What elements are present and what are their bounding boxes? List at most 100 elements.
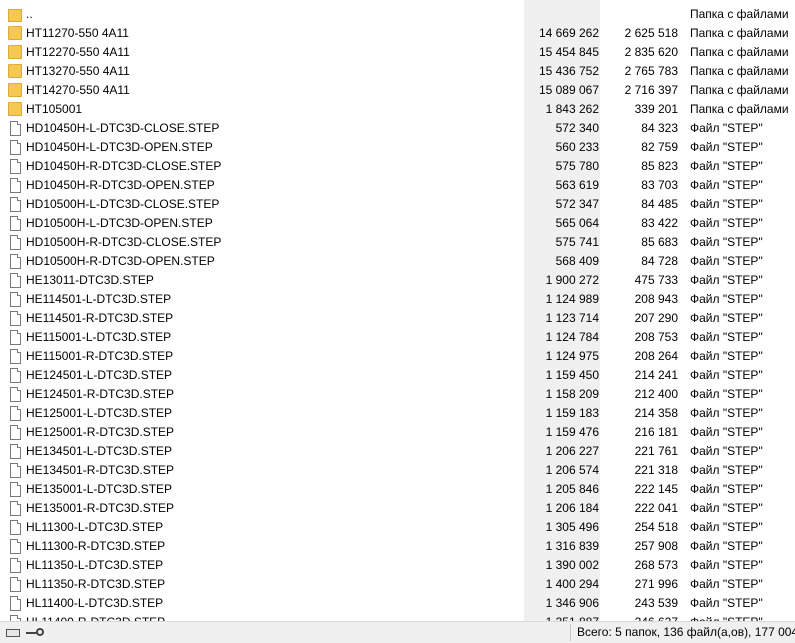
file-type: Файл "STEP" bbox=[690, 197, 763, 211]
file-icon bbox=[8, 482, 22, 497]
file-icon bbox=[8, 273, 22, 288]
packed-size: 208 943 bbox=[634, 292, 678, 306]
file-size: 1 159 476 bbox=[524, 423, 600, 442]
packed-size: 257 908 bbox=[634, 539, 678, 553]
file-type: Папка с файлами bbox=[690, 26, 789, 40]
file-icon bbox=[8, 349, 22, 364]
file-size: 1 400 294 bbox=[524, 575, 600, 594]
file-row[interactable]: HE135001-R-DTC3D.STEP 1 206 184 222 041 Фай… bbox=[0, 499, 795, 518]
file-type: Файл "STEP" bbox=[690, 425, 763, 439]
folder-icon bbox=[8, 64, 22, 79]
file-row[interactable]: HD10450H-L-DTC3D-OPEN.STEP 560 233 82 759 Ф… bbox=[0, 138, 795, 157]
file-icon bbox=[8, 311, 22, 326]
file-row[interactable]: HE124501-R-DTC3D.STEP 1 158 209 212 400 Фай… bbox=[0, 385, 795, 404]
file-row[interactable]: HE125001-R-DTC3D.STEP 1 159 476 216 181 Фай… bbox=[0, 423, 795, 442]
file-row[interactable]: HL11350-L-DTC3D.STEP 1 390 002 268 573 Файл… bbox=[0, 556, 795, 575]
folder-icon bbox=[8, 26, 22, 41]
file-type: Файл "STEP" bbox=[690, 330, 763, 344]
file-row[interactable]: HE125001-L-DTC3D.STEP 1 159 183 214 358 Фай… bbox=[0, 404, 795, 423]
file-row[interactable]: HE13011-DTC3D.STEP 1 900 272 475 733 Файл "… bbox=[0, 271, 795, 290]
file-size: 568 409 bbox=[524, 252, 600, 271]
packed-size: 246 627 bbox=[600, 613, 678, 621]
file-icon bbox=[8, 501, 22, 516]
file-size: 1 124 989 bbox=[524, 290, 600, 309]
file-name: HE13011-DTC3D.STEP bbox=[26, 273, 154, 287]
file-icon bbox=[8, 121, 22, 136]
file-icon bbox=[8, 539, 22, 554]
file-row[interactable]: HD10500H-R-DTC3D-OPEN.STEP 568 409 84 728 Ф… bbox=[0, 252, 795, 271]
file-size: 1 206 574 bbox=[524, 461, 600, 480]
packed-size: 221 318 bbox=[634, 463, 678, 477]
packed-size: 222 041 bbox=[634, 501, 678, 515]
file-type: Папка с файлами bbox=[690, 83, 789, 97]
file-name: HL11300-R-DTC3D.STEP bbox=[26, 539, 166, 553]
packed-size: 85 823 bbox=[641, 159, 678, 173]
file-size: 560 233 bbox=[524, 138, 600, 157]
file-row[interactable]: HL11300-L-DTC3D.STEP 1 305 496 254 518 Файл… bbox=[0, 518, 795, 537]
file-icon bbox=[8, 368, 22, 383]
file-icon bbox=[8, 406, 22, 421]
packed-size: 85 683 bbox=[641, 235, 678, 249]
file-name: HE124501-R-DTC3D.STEP bbox=[26, 387, 175, 401]
file-size: 572 340 bbox=[524, 119, 600, 138]
file-row[interactable]: HE124501-L-DTC3D.STEP 1 159 450 214 241 Фай… bbox=[0, 366, 795, 385]
file-row[interactable]: HE114501-L-DTC3D.STEP 1 124 989 208 943 Фай… bbox=[0, 290, 795, 309]
packed-size: 339 201 bbox=[634, 102, 678, 116]
file-icon bbox=[8, 330, 22, 345]
file-type: Файл "STEP" bbox=[690, 463, 763, 477]
file-row[interactable]: HL11400-R-DTC3D.STEP 1 351 887246 627 Файл… bbox=[0, 613, 795, 621]
file-row[interactable]: HD10450H-L-DTC3D-CLOSE.STEP 572 340 84 323… bbox=[0, 119, 795, 138]
file-list[interactable]: .. Папка с файлами HT11270-550 4A11 14 669 … bbox=[0, 5, 795, 621]
file-row[interactable]: HL11300-R-DTC3D.STEP 1 316 839 257 908 Файл… bbox=[0, 537, 795, 556]
drive-icon[interactable] bbox=[6, 629, 20, 637]
file-size: 14 669 262 bbox=[524, 24, 600, 43]
file-row[interactable]: HE114501-R-DTC3D.STEP 1 123 714 207 290 Фай… bbox=[0, 309, 795, 328]
parent-directory-row[interactable]: .. Папка с файлами bbox=[0, 5, 795, 24]
file-size: 1 900 272 bbox=[524, 271, 600, 290]
file-size: 1 205 846 bbox=[524, 480, 600, 499]
file-name: HD10450H-R-DTC3D-OPEN.STEP bbox=[26, 178, 215, 192]
file-row[interactable]: HD10500H-R-DTC3D-CLOSE.STEP 575 741 85 683… bbox=[0, 233, 795, 252]
file-name: HE135001-L-DTC3D.STEP bbox=[26, 482, 173, 496]
packed-size: 475 733 bbox=[634, 273, 678, 287]
packed-size: 214 241 bbox=[634, 368, 678, 382]
file-size: 1 206 184 bbox=[524, 499, 600, 518]
file-name: HD10500H-L-DTC3D-OPEN.STEP bbox=[26, 216, 213, 230]
file-name: HD10450H-L-DTC3D-CLOSE.STEP bbox=[26, 121, 220, 135]
file-size: 575 780 bbox=[524, 157, 600, 176]
file-type: Файл "STEP" bbox=[690, 387, 763, 401]
folder-row[interactable]: HT105001 1 843 262 339 201 Папка с файлами bbox=[0, 100, 795, 119]
packed-size: 84 323 bbox=[641, 121, 678, 135]
file-icon bbox=[8, 178, 22, 193]
folder-row[interactable]: HT11270-550 4A11 14 669 262 2 625 518 Папка… bbox=[0, 24, 795, 43]
file-row[interactable]: HE135001-L-DTC3D.STEP 1 205 846 222 145 Фай… bbox=[0, 480, 795, 499]
packed-size: 208 753 bbox=[634, 330, 678, 344]
file-row[interactable]: HL11400-L-DTC3D.STEP 1 346 906 243 539 Файл… bbox=[0, 594, 795, 613]
folder-row[interactable]: HT14270-550 4A11 15 089 067 2 716 397 Папка… bbox=[0, 81, 795, 100]
file-type: Папка с файлами bbox=[690, 64, 789, 78]
file-row[interactable]: HE134501-L-DTC3D.STEP 1 206 227 221 761 Фай… bbox=[0, 442, 795, 461]
file-type: Файл "STEP" bbox=[690, 140, 763, 154]
file-row[interactable]: HL11350-R-DTC3D.STEP 1 400 294 271 996 Файл… bbox=[0, 575, 795, 594]
packed-size: 222 145 bbox=[634, 482, 678, 496]
folder-row[interactable]: HT12270-550 4A11 15 454 845 2 835 620 Папка… bbox=[0, 43, 795, 62]
file-row[interactable]: HD10500H-L-DTC3D-OPEN.STEP 565 064 83 422 Ф… bbox=[0, 214, 795, 233]
file-row[interactable]: HE115001-R-DTC3D.STEP 1 124 975 208 264 Фай… bbox=[0, 347, 795, 366]
file-type: Файл "STEP" bbox=[690, 558, 763, 572]
file-name: HE125001-L-DTC3D.STEP bbox=[26, 406, 173, 420]
status-icons bbox=[6, 626, 46, 640]
file-row[interactable]: HE134501-R-DTC3D.STEP 1 206 574 221 318 Фай… bbox=[0, 461, 795, 480]
file-type: Файл "STEP" bbox=[690, 216, 763, 230]
file-name: HL11350-R-DTC3D.STEP bbox=[26, 577, 166, 591]
file-row[interactable]: HD10450H-R-DTC3D-OPEN.STEP 563 619 83 703 Ф… bbox=[0, 176, 795, 195]
file-type: Файл "STEP" bbox=[690, 501, 763, 515]
file-icon bbox=[8, 387, 22, 402]
file-row[interactable]: HD10450H-R-DTC3D-CLOSE.STEP 575 780 85 823… bbox=[0, 157, 795, 176]
packed-size: 2 625 518 bbox=[624, 26, 678, 40]
file-row[interactable]: HE115001-L-DTC3D.STEP 1 124 784 208 753 Фай… bbox=[0, 328, 795, 347]
file-icon bbox=[8, 159, 22, 174]
file-row[interactable]: HD10500H-L-DTC3D-CLOSE.STEP 572 347 84 485… bbox=[0, 195, 795, 214]
folder-row[interactable]: HT13270-550 4A11 15 436 752 2 765 783 Папка… bbox=[0, 62, 795, 81]
key-icon[interactable] bbox=[26, 628, 46, 638]
packed-size: 214 358 bbox=[634, 406, 678, 420]
